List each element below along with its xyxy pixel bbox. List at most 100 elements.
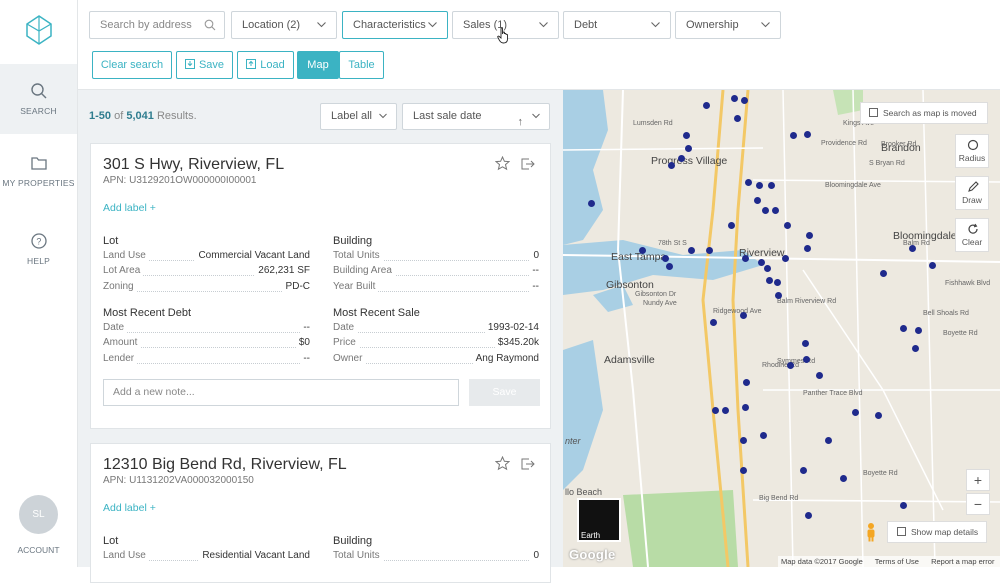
- property-address[interactable]: 12310 Big Bend Rd, Riverview, FL: [103, 456, 347, 474]
- property-pin[interactable]: [805, 231, 813, 239]
- sidebar-item-search[interactable]: SEARCH: [0, 64, 77, 134]
- property-pin[interactable]: [730, 94, 738, 102]
- property-pin[interactable]: [801, 339, 809, 347]
- load-search-button[interactable]: Load: [237, 51, 294, 79]
- map-view-toggle[interactable]: Map: [297, 51, 339, 79]
- property-pin[interactable]: [928, 261, 936, 269]
- property-pin[interactable]: [765, 276, 773, 284]
- show-map-details-toggle[interactable]: Show map details: [887, 521, 987, 543]
- property-pin[interactable]: [908, 244, 916, 252]
- property-pin[interactable]: [741, 254, 749, 262]
- property-pin[interactable]: [705, 246, 713, 254]
- property-pin[interactable]: [741, 403, 749, 411]
- avatar[interactable]: SL: [19, 495, 58, 534]
- sidebar-item-my-properties[interactable]: MY PROPERTIES: [0, 144, 77, 214]
- property-pin[interactable]: [740, 96, 748, 104]
- search-input[interactable]: Search by address: [89, 11, 225, 39]
- property-pin[interactable]: [744, 178, 752, 186]
- characteristics-filter[interactable]: Characteristics: [342, 11, 448, 39]
- property-pin[interactable]: [753, 196, 761, 204]
- property-pin[interactable]: [677, 154, 685, 162]
- property-pin[interactable]: [587, 199, 595, 207]
- sort-dropdown[interactable]: Last sale date ↑: [402, 103, 550, 130]
- property-pin[interactable]: [763, 264, 771, 272]
- report-error-link[interactable]: Report a map error: [931, 557, 994, 566]
- note-input[interactable]: Add a new note...: [103, 379, 459, 406]
- property-pin[interactable]: [687, 246, 695, 254]
- sort-direction-icon[interactable]: ↑: [518, 110, 524, 135]
- add-label-link[interactable]: Add label +: [103, 502, 156, 514]
- ownership-filter[interactable]: Ownership: [675, 11, 781, 39]
- property-pin[interactable]: [879, 269, 887, 277]
- app-logo-icon[interactable]: [24, 14, 54, 46]
- property-pin[interactable]: [774, 291, 782, 299]
- property-pin[interactable]: [802, 355, 810, 363]
- property-pin[interactable]: [874, 411, 882, 419]
- location-filter[interactable]: Location (2): [231, 11, 337, 39]
- property-pin[interactable]: [799, 466, 807, 474]
- property-pin[interactable]: [899, 501, 907, 509]
- save-search-button[interactable]: Save: [176, 51, 233, 79]
- property-pin[interactable]: [771, 206, 779, 214]
- property-pin[interactable]: [711, 406, 719, 414]
- earth-view-toggle[interactable]: Earth: [577, 498, 621, 542]
- property-pin[interactable]: [742, 378, 750, 386]
- street-view-pegman-icon[interactable]: [864, 522, 878, 542]
- property-card[interactable]: 301 S Hwy, Riverview, FL APN: U3129201OW…: [90, 143, 551, 429]
- add-label-link[interactable]: Add label +: [103, 202, 156, 214]
- star-icon[interactable]: [495, 456, 510, 471]
- property-pin[interactable]: [899, 324, 907, 332]
- property-pin[interactable]: [839, 474, 847, 482]
- save-note-button[interactable]: Save: [469, 379, 540, 406]
- property-pin[interactable]: [682, 131, 690, 139]
- property-pin[interactable]: [804, 511, 812, 519]
- property-pin[interactable]: [783, 221, 791, 229]
- property-pin[interactable]: [803, 244, 811, 252]
- export-icon[interactable]: [520, 156, 535, 171]
- property-pin[interactable]: [824, 436, 832, 444]
- property-pin[interactable]: [803, 130, 811, 138]
- property-pin[interactable]: [733, 114, 741, 122]
- clear-tool-button[interactable]: Clear: [955, 218, 989, 252]
- property-pin[interactable]: [757, 258, 765, 266]
- property-pin[interactable]: [739, 311, 747, 319]
- property-pin[interactable]: [739, 436, 747, 444]
- terms-link[interactable]: Terms of Use: [875, 557, 919, 566]
- table-view-toggle[interactable]: Table: [339, 51, 384, 79]
- property-pin[interactable]: [727, 221, 735, 229]
- property-pin[interactable]: [911, 344, 919, 352]
- property-pin[interactable]: [721, 406, 729, 414]
- clear-search-button[interactable]: Clear search: [92, 51, 172, 79]
- label-all-dropdown[interactable]: Label all: [320, 103, 397, 130]
- property-address[interactable]: 301 S Hwy, Riverview, FL: [103, 156, 284, 174]
- draw-tool-button[interactable]: Draw: [955, 176, 989, 210]
- property-pin[interactable]: [815, 371, 823, 379]
- search-as-map-moved-toggle[interactable]: Search as map is moved: [860, 102, 988, 124]
- property-pin[interactable]: [786, 361, 794, 369]
- property-pin[interactable]: [767, 181, 775, 189]
- export-icon[interactable]: [520, 456, 535, 471]
- property-pin[interactable]: [709, 318, 717, 326]
- star-icon[interactable]: [495, 156, 510, 171]
- debt-filter[interactable]: Debt: [563, 11, 671, 39]
- property-pin[interactable]: [638, 246, 646, 254]
- property-pin[interactable]: [755, 181, 763, 189]
- property-pin[interactable]: [761, 206, 769, 214]
- property-card[interactable]: 12310 Big Bend Rd, Riverview, FL APN: U1…: [90, 443, 551, 583]
- map-view[interactable]: Progress Village Brandon Bloomingdale Ea…: [563, 90, 1000, 567]
- radius-tool-button[interactable]: Radius: [955, 134, 989, 168]
- property-pin[interactable]: [665, 262, 673, 270]
- property-pin[interactable]: [781, 254, 789, 262]
- property-pin[interactable]: [667, 161, 675, 169]
- account-label[interactable]: ACCOUNT: [0, 545, 77, 555]
- property-pin[interactable]: [759, 431, 767, 439]
- zoom-in-button[interactable]: +: [966, 469, 990, 491]
- property-pin[interactable]: [684, 144, 692, 152]
- property-pin[interactable]: [789, 131, 797, 139]
- property-pin[interactable]: [914, 326, 922, 334]
- zoom-out-button[interactable]: −: [966, 493, 990, 515]
- property-pin[interactable]: [773, 278, 781, 286]
- property-pin[interactable]: [739, 466, 747, 474]
- property-pin[interactable]: [851, 408, 859, 416]
- sidebar-item-help[interactable]: ? HELP: [0, 222, 77, 292]
